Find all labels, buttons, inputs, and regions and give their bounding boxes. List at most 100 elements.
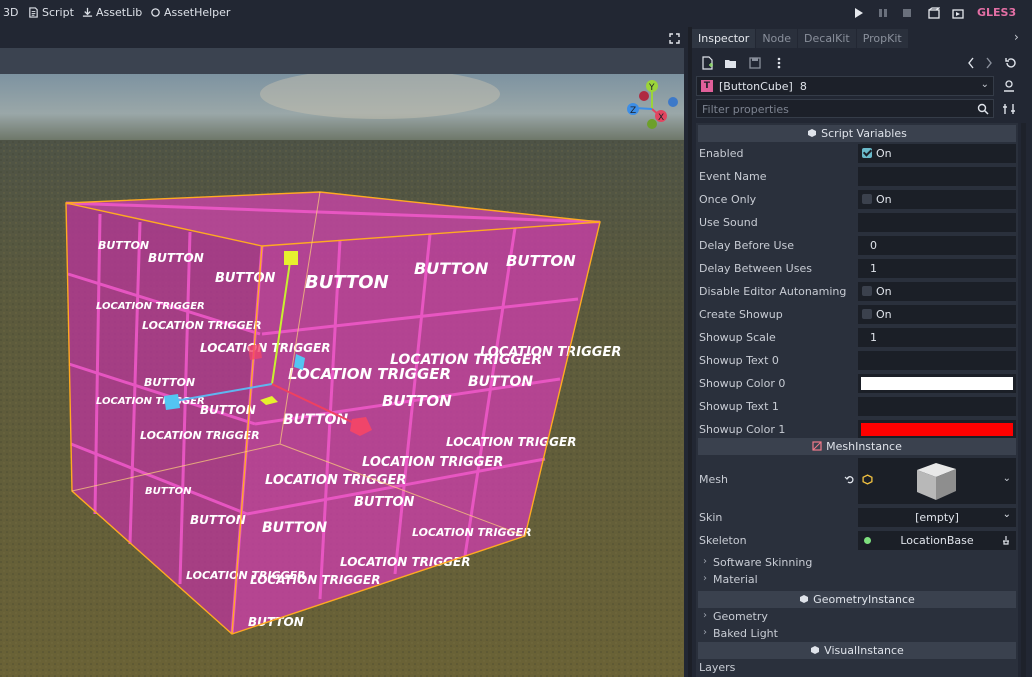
chevron-right-icon: › xyxy=(703,556,707,567)
property-showup-color-1-picker[interactable] xyxy=(858,420,1016,439)
property-label: Showup Scale xyxy=(699,331,776,344)
play-custom-scene-icon[interactable] xyxy=(952,7,964,19)
tab-node[interactable]: Node xyxy=(756,29,799,48)
load-resource-icon[interactable] xyxy=(724,56,738,70)
property-label: Skeleton xyxy=(699,534,747,547)
view-gizmo-neg-x[interactable] xyxy=(639,91,649,101)
tab-propkit[interactable]: PropKit xyxy=(856,29,909,48)
more-options-icon[interactable] xyxy=(772,56,786,70)
main-toolbar: 3D Script AssetLib AssetHelper GLES3 xyxy=(0,0,1032,27)
property-skin-picker[interactable]: [empty] ⌄ xyxy=(858,508,1016,527)
group-software-skinning[interactable]: › Software Skinning xyxy=(696,554,1018,571)
workspace-assethelper-button[interactable]: AssetHelper xyxy=(150,6,230,19)
skeleton-value: LocationBase xyxy=(900,534,974,547)
filter-properties-input[interactable] xyxy=(700,102,974,117)
object-selector[interactable]: T [ButtonCube] 8 ⌄ xyxy=(696,76,994,96)
property-showup-color-0-picker[interactable] xyxy=(858,374,1016,393)
viewport-header xyxy=(0,27,690,48)
cube-button-text: BUTTON xyxy=(215,271,276,286)
property-disable-editor-autonaming: Disable Editor Autonaming On xyxy=(696,280,1018,303)
gizmo-z-handle[interactable] xyxy=(164,394,180,410)
checkbox-unchecked-icon xyxy=(862,194,872,204)
group-baked-light[interactable]: › Baked Light xyxy=(696,625,1018,642)
section-script-variables[interactable]: Script Variables xyxy=(698,125,1016,142)
renderer-selector[interactable]: GLES3 xyxy=(977,6,1016,19)
checkbox-unchecked-icon xyxy=(862,309,872,319)
workspace-3d-button[interactable]: 3D xyxy=(3,6,18,19)
cube-location-trigger-text: LOCATION TRIGGER xyxy=(446,435,576,449)
scene-render[interactable]: BUTTON BUTTON BUTTON LOCATION TRIGGER LO… xyxy=(0,74,684,677)
stop-icon[interactable] xyxy=(902,7,912,19)
revert-icon[interactable] xyxy=(844,474,855,485)
property-disable-editor-autonaming-checkbox[interactable]: On xyxy=(858,282,1016,301)
property-label: Skin xyxy=(699,511,723,524)
filter-properties-field[interactable] xyxy=(696,99,994,118)
cube-location-trigger-text: LOCATION TRIGGER xyxy=(142,319,262,332)
property-showup-text-1-input[interactable] xyxy=(858,397,1016,416)
property-create-showup-checkbox[interactable]: On xyxy=(858,305,1016,324)
save-resource-icon[interactable] xyxy=(748,56,762,70)
checkbox-label: On xyxy=(876,308,892,321)
cube-location-trigger-text: LOCATION TRIGGER xyxy=(362,455,503,470)
workspace-script-button[interactable]: Script xyxy=(28,6,74,19)
property-label: Event Name xyxy=(699,170,767,183)
tools-icon[interactable] xyxy=(1002,102,1016,116)
viewport-toolbar xyxy=(0,48,684,74)
group-label: Baked Light xyxy=(713,627,778,640)
property-label: Layers xyxy=(699,661,736,674)
pause-icon[interactable] xyxy=(878,7,888,19)
cube-button-text: BUTTON xyxy=(144,376,195,389)
history-icon[interactable] xyxy=(1004,56,1018,70)
history-forward-icon[interactable] xyxy=(982,56,996,70)
workspace-assetlib-button[interactable]: AssetLib xyxy=(82,6,142,19)
section-mesh-instance[interactable]: MeshInstance xyxy=(698,438,1016,455)
script-node-icon: T xyxy=(701,80,713,92)
play-scene-icon[interactable] xyxy=(928,7,940,19)
property-delay-before-use-input[interactable]: 0 xyxy=(858,236,1016,255)
clear-path-icon[interactable] xyxy=(1001,535,1011,545)
property-event-name-input[interactable] xyxy=(858,167,1016,186)
property-showup-text-0-input[interactable] xyxy=(858,351,1016,370)
gizmo-plane-handle[interactable] xyxy=(248,344,262,360)
cube-button-text: BUTTON xyxy=(248,615,304,629)
section-mesh-instance-label: MeshInstance xyxy=(826,440,902,453)
view-gizmo-neg-z[interactable] xyxy=(668,97,678,107)
new-resource-icon[interactable] xyxy=(700,56,714,70)
tab-decalkit[interactable]: DecalKit xyxy=(798,29,857,48)
3d-viewport[interactable]: BUTTON BUTTON BUTTON LOCATION TRIGGER LO… xyxy=(0,74,684,677)
chevron-down-icon: ⌄ xyxy=(1002,509,1011,520)
view-gizmo-neg-y[interactable] xyxy=(647,119,657,129)
section-visual-instance[interactable]: VisualInstance xyxy=(698,642,1016,659)
tab-scroll-right-icon[interactable]: › xyxy=(1014,30,1026,44)
property-label: Showup Color 0 xyxy=(699,377,786,390)
property-layers: Layers xyxy=(696,659,1018,677)
group-material[interactable]: › Material xyxy=(696,571,1018,588)
property-use-sound-input[interactable] xyxy=(858,213,1016,232)
tab-inspector[interactable]: Inspector xyxy=(692,29,757,48)
view-gizmo-x-label: X xyxy=(658,113,664,123)
section-geometry-instance[interactable]: GeometryInstance xyxy=(698,591,1016,608)
property-enabled-checkbox[interactable]: On xyxy=(858,144,1016,163)
group-geometry[interactable]: › Geometry xyxy=(696,608,1018,625)
property-label: Mesh xyxy=(699,473,728,486)
property-showup-scale-input[interactable]: 1 xyxy=(858,328,1016,347)
cube-location-trigger-text: LOCATION TRIGGER xyxy=(140,429,260,442)
property-showup-scale: Showup Scale 1 xyxy=(696,326,1018,349)
object-properties-icon[interactable] xyxy=(1002,79,1016,93)
property-skeleton-picker[interactable]: LocationBase xyxy=(858,531,1016,550)
gizmo-y-handle[interactable] xyxy=(284,251,298,265)
property-mesh-picker[interactable]: ⌄ xyxy=(858,458,1016,504)
property-mesh: Mesh ⌄ xyxy=(696,456,1018,504)
property-once-only-checkbox[interactable]: On xyxy=(858,190,1016,209)
group-label: Geometry xyxy=(713,610,768,623)
play-icon[interactable] xyxy=(854,7,864,19)
history-back-icon[interactable] xyxy=(964,56,978,70)
cube-button-text: BUTTON xyxy=(506,252,576,270)
fullscreen-icon[interactable] xyxy=(669,33,680,44)
circle-icon xyxy=(151,8,160,17)
cube-location-trigger-text: LOCATION TRIGGER xyxy=(265,473,406,488)
cube-button-text: BUTTON xyxy=(354,495,415,510)
inspector-scrollbar[interactable] xyxy=(1021,123,1026,677)
object-selector-label: [ButtonCube] 8 xyxy=(719,80,807,93)
property-delay-between-uses-input[interactable]: 1 xyxy=(858,259,1016,278)
